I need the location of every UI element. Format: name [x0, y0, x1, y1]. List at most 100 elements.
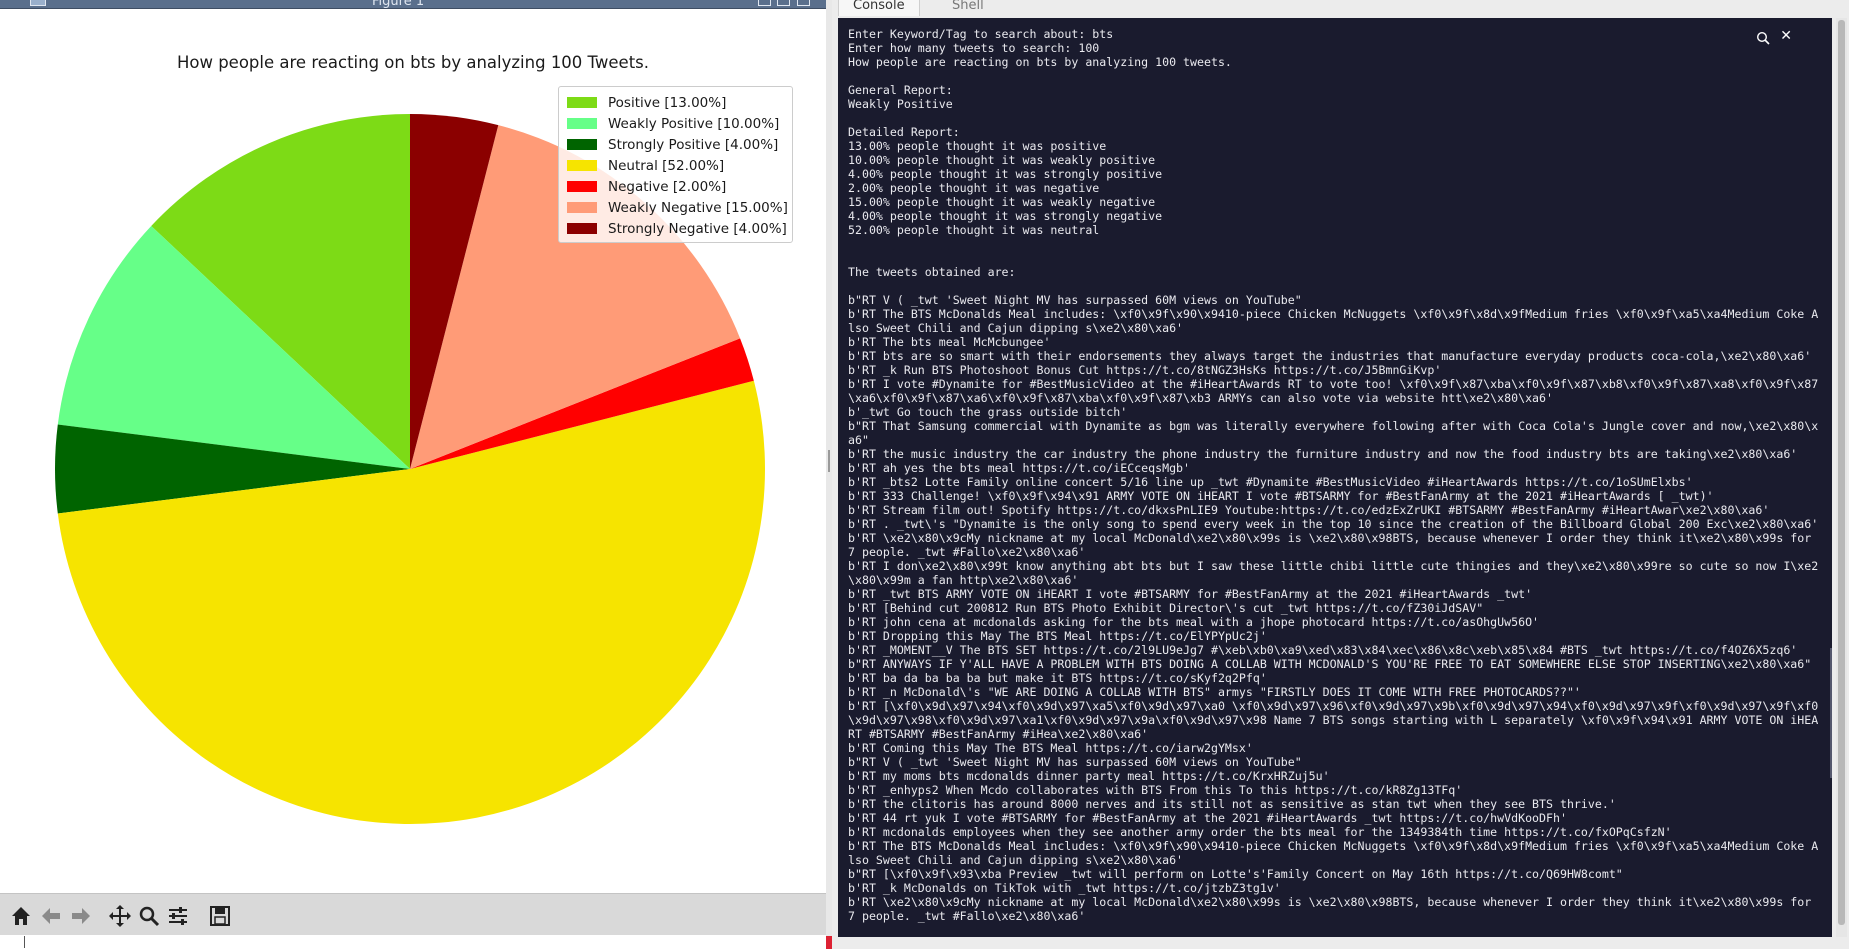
console-line: b'RT [\xf0\x9d\x97\x94\xf0\x9d\x97\xa5\x… — [848, 699, 1819, 741]
console-line: b'_twt Go touch the grass outside bitch' — [848, 405, 1128, 419]
zoom-icon[interactable] — [136, 903, 162, 929]
legend-entry: Strongly Positive [4.00%] — [564, 134, 792, 155]
console-line: b'RT 333 Challenge! \xf0\x9f\x94\x91 ARM… — [848, 489, 1714, 503]
pane-bottom-bar — [832, 937, 1849, 949]
console-line: b'RT ah yes the bts meal https://t.co/iE… — [848, 461, 1191, 475]
figure-statusbar — [0, 935, 826, 949]
console-line: 10.00% people thought it was weakly posi… — [848, 153, 1156, 167]
legend-entry: Neutral [52.00%] — [564, 155, 792, 176]
console-line: 4.00% people thought it was strongly pos… — [848, 167, 1163, 181]
console-line: b'RT mcdonalds employees when they see a… — [848, 825, 1672, 839]
console-line: b'RT john cena at mcdonalds asking for t… — [848, 615, 1540, 629]
legend-label: Weakly Negative [15.00%] — [608, 199, 788, 216]
console-line: b'RT _k Run BTS Photoshoot Bonus Cut htt… — [848, 363, 1442, 377]
legend-swatch — [567, 139, 597, 150]
console-line: b'RT [Behind cut 200812 Run BTS Photo Ex… — [848, 601, 1484, 615]
splitter-grip[interactable] — [828, 450, 830, 472]
console-line: b'RT Coming this May The BTS Meal https:… — [848, 741, 1253, 755]
console-output[interactable]: Enter Keyword/Tag to search about: bts En… — [838, 18, 1832, 937]
back-icon[interactable] — [38, 903, 64, 929]
tab-bar: Console Shell — [832, 0, 1849, 16]
console-line: b'RT _k McDonalds on TikTok with _twt ht… — [848, 881, 1281, 895]
console-text: Enter Keyword/Tag to search about: bts En… — [848, 27, 1820, 923]
scrollbar[interactable] — [1836, 18, 1847, 937]
console-line: Enter how many tweets to search: 100 — [848, 41, 1100, 55]
tab-shell[interactable]: Shell — [938, 0, 998, 16]
console-line: b'RT the music industry the car industry… — [848, 447, 1798, 461]
navigation-toolbar — [0, 893, 826, 935]
console-line: b'RT _twt BTS ARMY VOTE ON iHEART I vote… — [848, 587, 1533, 601]
app-icon — [30, 0, 46, 6]
console-line: 52.00% people thought it was neutral — [848, 223, 1100, 237]
legend: Positive [13.00%] Weakly Positive [10.00%… — [558, 86, 793, 243]
legend-entry: Weakly Negative [15.00%] — [564, 197, 792, 218]
legend-label: Positive [13.00%] — [608, 94, 727, 111]
legend-entry: Strongly Negative [4.00%] — [564, 218, 792, 239]
console-line: Detailed Report: — [848, 125, 960, 139]
console-line: How people are reacting on bts by analyz… — [848, 55, 1232, 69]
console-line: b'RT _n McDonald\'s "WE ARE DOING A COLL… — [848, 685, 1581, 699]
console-line: Weakly Positive — [848, 97, 953, 111]
close-window-icon[interactable] — [797, 0, 810, 6]
legend-swatch — [567, 160, 597, 171]
console-line: 15.00% people thought it was weakly nega… — [848, 195, 1156, 209]
forward-icon[interactable] — [68, 903, 94, 929]
configure-subplots-icon[interactable] — [165, 903, 191, 929]
console-line: b'RT ba da ba ba ba but make it BTS http… — [848, 671, 1267, 685]
scrollbar-thumb[interactable] — [1838, 20, 1845, 925]
console-line: b"RT That Samsung commercial with Dynami… — [848, 419, 1819, 447]
home-icon[interactable] — [8, 903, 34, 929]
console-line: b'RT \xe2\x80\x9cMy nickname at my local… — [848, 531, 1819, 559]
console-line: b'RT my moms bts mcdonalds dinner party … — [848, 769, 1330, 783]
save-icon[interactable] — [207, 903, 233, 929]
console-line: b'RT The BTS McDonalds Meal includes: \x… — [848, 839, 1819, 867]
console-line: b"RT [\xf0\x9f\x93\xba Preview _twt will… — [848, 867, 1623, 881]
scroll-position-marker — [1830, 648, 1832, 778]
legend-entry: Positive [13.00%] — [564, 92, 792, 113]
legend-label: Negative [2.00%] — [608, 178, 727, 195]
console-line: 13.00% people thought it was positive — [848, 139, 1107, 153]
console-line: b"RT V ( _twt 'Sweet Night MV has surpas… — [848, 755, 1302, 769]
pan-icon[interactable] — [107, 903, 133, 929]
console-line: The tweets obtained are: — [848, 265, 1016, 279]
console-line: b'RT . _twt\'s "Dynamite is the only son… — [848, 517, 1819, 531]
console-line: b'RT the clitoris has around 8000 nerves… — [848, 797, 1616, 811]
console-line: b'RT I vote #Dynamite for #BestMusicVide… — [848, 377, 1819, 405]
figure-window-title: Figure 1 — [372, 0, 425, 9]
console-line: b'RT Dropping this May The BTS Meal http… — [848, 629, 1267, 643]
figure-window: Figure 1 How people are reacting on bts … — [0, 0, 826, 949]
plot-canvas[interactable]: How people are reacting on bts by analyz… — [0, 9, 826, 893]
console-line: b'RT _MOMENT__V The BTS SET https://t.co… — [848, 643, 1798, 657]
minimize-icon[interactable] — [758, 0, 771, 6]
console-line: b'RT Stream film out! Spotify https://t.… — [848, 503, 1770, 517]
legend-swatch — [567, 97, 597, 108]
legend-entry: Negative [2.00%] — [564, 176, 792, 197]
console-line: 2.00% people thought it was negative — [848, 181, 1100, 195]
legend-label: Neutral [52.00%] — [608, 157, 725, 174]
chart-title: How people are reacting on bts by analyz… — [176, 53, 650, 72]
close-icon[interactable]: ✕ — [1780, 28, 1792, 44]
tab-console[interactable]: Console — [838, 0, 920, 16]
console-line: b'RT The bts meal McMcbungee' — [848, 335, 1051, 349]
console-line: b'RT bts are so smart with their endorse… — [848, 349, 1812, 363]
legend-label: Strongly Negative [4.00%] — [608, 220, 787, 237]
legend-swatch — [567, 202, 597, 213]
search-icon[interactable] — [1756, 30, 1770, 49]
console-line: b'RT 44 rt yuk I vote #BTSARMY for #Best… — [848, 811, 1567, 825]
maximize-icon[interactable] — [777, 0, 790, 6]
legend-swatch — [567, 223, 597, 234]
console-line: b"RT V ( _twt 'Sweet Night MV has surpas… — [848, 293, 1302, 307]
legend-label: Strongly Positive [4.00%] — [608, 136, 779, 153]
console-line: b"RT ANYWAYS IF Y'ALL HAVE A PROBLEM WIT… — [848, 657, 1812, 671]
legend-label: Weakly Positive [10.00%] — [608, 115, 780, 132]
console-line: Enter Keyword/Tag to search about: bts — [848, 27, 1114, 41]
console-pane: Console Shell Enter Keyword/Tag to searc… — [832, 0, 1849, 949]
legend-swatch — [567, 118, 597, 129]
console-line: b'RT _enhyps2 When Mcdo collaborates wit… — [848, 783, 1463, 797]
console-line: b'RT The BTS McDonalds Meal includes: \x… — [848, 307, 1819, 335]
